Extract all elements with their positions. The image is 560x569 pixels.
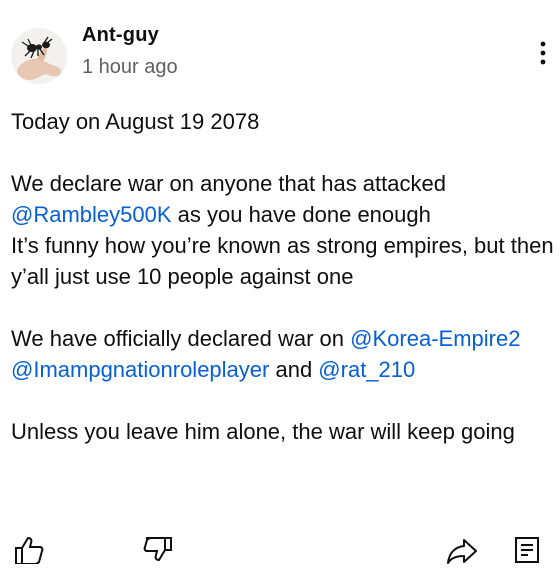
post-paragraph: We declare war on anyone that has attack… [11,168,556,292]
more-vertical-icon [540,41,546,65]
post-text: Unless you leave him alone, the war will… [11,419,515,444]
post-text: It’s funny how you’re known as strong em… [11,233,554,289]
ant-avatar-icon [17,36,62,80]
mention-link[interactable]: @rat_210 [318,357,415,382]
post-time: 1 hour ago [82,56,178,78]
mention-link[interactable]: @Imampgnationroleplayer [11,357,269,382]
author-name[interactable]: Ant-guy [82,24,159,47]
like-button[interactable] [14,536,44,569]
post-text: and [269,357,319,382]
post-actions [0,530,560,565]
community-post: Ant-guy 1 hour ago Today on August 19 20… [0,0,560,565]
post-text: We declare war on anyone that has attack… [11,171,446,196]
post-text: Today on August 19 2078 [11,109,260,134]
post-paragraph: We have officially declared war on @Kore… [11,323,556,385]
author-avatar[interactable] [11,28,67,84]
mention-link[interactable]: @Korea-Empire2 [350,326,520,351]
comments-button[interactable] [514,536,542,569]
share-button[interactable] [446,536,478,569]
post-paragraph: Unless you leave him alone, the war will… [11,416,556,447]
post-text: We have officially declared war on [11,326,351,351]
post-body: Today on August 19 2078 We declare war o… [11,106,556,447]
post-text: as you have done enough [171,202,431,227]
mention-link[interactable]: @Rambley500K [11,202,172,227]
post-paragraph: Today on August 19 2078 [11,106,556,137]
dislike-button[interactable] [143,536,173,569]
more-options-button[interactable] [530,36,556,72]
